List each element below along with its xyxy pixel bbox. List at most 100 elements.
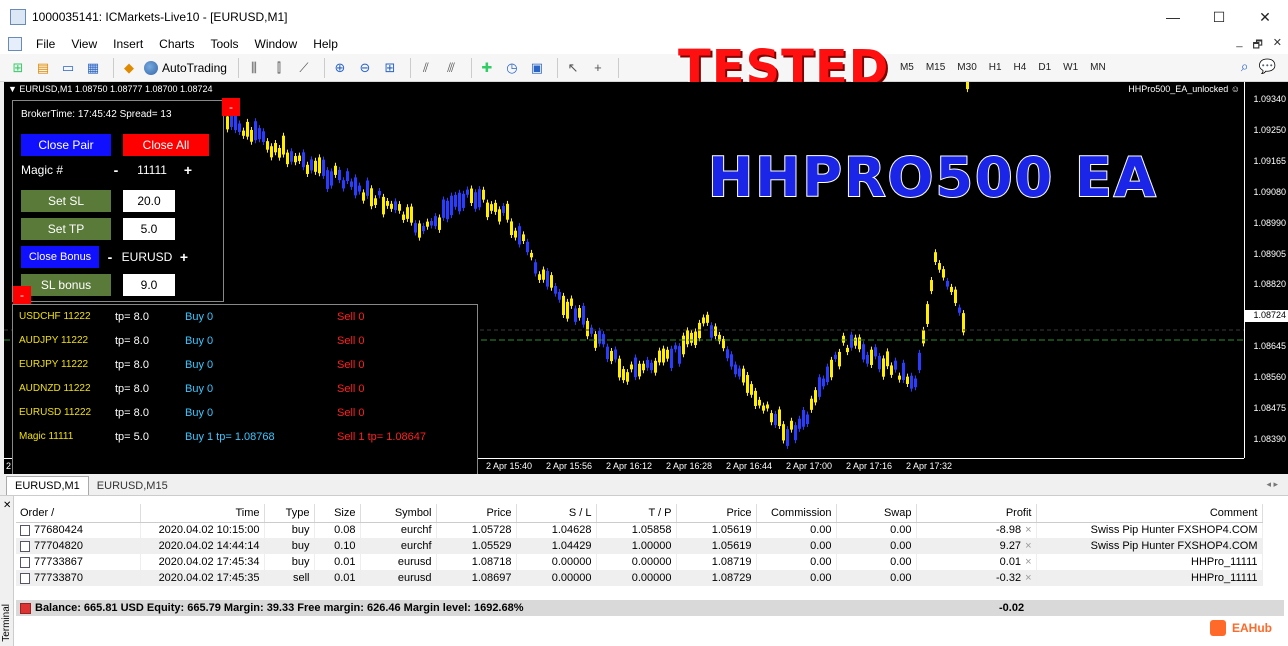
col-sl[interactable]: S / L <box>516 504 597 523</box>
mdi-close-button[interactable]: ✕ <box>1273 36 1282 55</box>
order-current-price: 1.05619 <box>676 522 757 538</box>
timeframe-d1[interactable]: D1 <box>1038 62 1051 73</box>
menu-file[interactable]: File <box>28 37 63 51</box>
table-row[interactable]: 77680424 2020.04.02 10:15:00 buy 0.08 eu… <box>16 522 1263 538</box>
close-button[interactable]: ✕ <box>1242 0 1288 34</box>
crosshair-icon[interactable]: + <box>588 58 608 78</box>
order-profit: -0.32 <box>995 572 1022 584</box>
terminal-close-icon[interactable]: ✕ <box>3 500 11 511</box>
table-row[interactable]: 77704820 2020.04.02 14:44:14 buy 0.10 eu… <box>16 538 1263 554</box>
chart-shift-icon[interactable]: ⫽ <box>416 58 436 78</box>
indicators-icon[interactable]: ✚ <box>477 58 497 78</box>
terminal-side-bar: ✕ Terminal <box>0 496 14 646</box>
menu-view[interactable]: View <box>63 37 105 51</box>
order-swap: 0.00 <box>836 538 917 554</box>
order-tp: 1.00000 <box>596 538 677 554</box>
sl-value-field[interactable]: 20.0 <box>123 190 175 212</box>
sl-bonus-button[interactable]: SL bonus <box>21 274 111 296</box>
timeframe-m30[interactable]: M30 <box>957 62 976 73</box>
close-all-button[interactable]: Close All <box>123 134 209 156</box>
minimize-button[interactable]: — <box>1150 0 1196 34</box>
col-tp[interactable]: T / P <box>596 504 677 523</box>
magic-decrement-button[interactable]: - <box>105 162 127 178</box>
bar-chart-icon[interactable]: ⫼ <box>244 58 264 78</box>
set-sl-button[interactable]: Set SL <box>21 190 111 212</box>
col-price[interactable]: Price <box>436 504 517 523</box>
col-swap[interactable]: Swap <box>836 504 917 523</box>
order-type: sell <box>264 570 315 586</box>
templates-icon[interactable]: ▣ <box>527 58 547 78</box>
menu-insert[interactable]: Insert <box>105 37 151 51</box>
chart-symbol-header: ▼ EURUSD,M1 1.08750 1.08777 1.08700 1.08… <box>8 84 213 94</box>
price-chart[interactable]: ▼ EURUSD,M1 1.08750 1.08777 1.08700 1.08… <box>4 82 1288 474</box>
close-order-icon[interactable]: × <box>1025 572 1031 584</box>
pair-tp: tp= 8.0 <box>115 311 149 323</box>
pair-row: AUDNZD 11222 tp= 8.0 Buy 0 Sell 0 <box>19 383 365 399</box>
timeframe-w1[interactable]: W1 <box>1063 62 1078 73</box>
sl-bonus-value-field[interactable]: 9.0 <box>123 274 175 296</box>
pair-row: USDCHF 11222 tp= 8.0 Buy 0 Sell 0 <box>19 311 365 327</box>
tab-scroll-arrows-icon[interactable]: ◂ ▸ <box>1266 479 1278 490</box>
table-row[interactable]: 77733870 2020.04.02 17:45:35 sell 0.01 e… <box>16 570 1263 586</box>
candlestick-icon[interactable]: ⫿ <box>269 58 289 78</box>
table-row[interactable]: 77733867 2020.04.02 17:45:34 buy 0.01 eu… <box>16 554 1263 570</box>
tab-eurusd-m15[interactable]: EURUSD,M15 <box>89 477 176 495</box>
col-type[interactable]: Type <box>264 504 315 523</box>
col-time[interactable]: Time <box>140 504 265 523</box>
timeframe-h4[interactable]: H4 <box>1014 62 1027 73</box>
timeframe-m5[interactable]: M5 <box>900 62 914 73</box>
col-size[interactable]: Size <box>314 504 361 523</box>
mdi-minimize-button[interactable]: _ <box>1236 36 1242 55</box>
metaeditor-icon[interactable]: ◆ <box>119 58 139 78</box>
col-profit[interactable]: Profit <box>916 504 1037 523</box>
search-icon[interactable]: ⌕ <box>1241 58 1249 75</box>
zoom-out-icon[interactable]: ⊖ <box>355 58 375 78</box>
cursor-icon[interactable]: ↖ <box>563 58 583 78</box>
close-order-icon[interactable]: × <box>1025 540 1031 552</box>
zoom-in-icon[interactable]: ⊕ <box>330 58 350 78</box>
price-tick: 1.08645 <box>1253 341 1286 352</box>
order-time: 2020.04.02 14:44:14 <box>140 538 265 554</box>
timeframe-mn[interactable]: MN <box>1090 62 1106 73</box>
col-commission[interactable]: Commission <box>756 504 837 523</box>
data-window-icon[interactable]: ▦ <box>83 58 103 78</box>
autoscroll-icon[interactable]: ⫻ <box>441 58 461 78</box>
col-symbol[interactable]: Symbol <box>360 504 437 523</box>
maximize-button[interactable]: ☐ <box>1196 0 1242 34</box>
market-watch-icon[interactable]: ▭ <box>58 58 78 78</box>
order-size: 0.10 <box>314 538 361 554</box>
menu-charts[interactable]: Charts <box>151 37 202 51</box>
bonus-decrement-button[interactable]: - <box>99 249 121 265</box>
menu-window[interactable]: Window <box>247 37 306 51</box>
profiles-icon[interactable]: ▤ <box>33 58 53 78</box>
panel-minimize-button[interactable]: - <box>222 98 240 116</box>
price-tick: 1.08475 <box>1253 403 1286 414</box>
bonus-increment-button[interactable]: + <box>173 249 195 265</box>
periods-icon[interactable]: ◷ <box>502 58 522 78</box>
close-bonus-button[interactable]: Close Bonus <box>21 246 99 268</box>
timeframe-h1[interactable]: H1 <box>989 62 1002 73</box>
close-order-icon[interactable]: × <box>1025 556 1031 568</box>
order-size: 0.08 <box>314 522 361 538</box>
tp-value-field[interactable]: 5.0 <box>123 218 175 240</box>
menu-tools[interactable]: Tools <box>203 37 247 51</box>
pairs-minimize-button[interactable]: - <box>13 286 31 304</box>
chart-window-icon[interactable] <box>8 37 22 51</box>
magic-increment-button[interactable]: + <box>177 162 199 178</box>
close-order-icon[interactable]: × <box>1025 524 1031 536</box>
price-tick: 1.09080 <box>1253 186 1286 197</box>
chat-icon[interactable]: 💬 <box>1259 58 1276 75</box>
close-pair-button[interactable]: Close Pair <box>21 134 111 156</box>
set-tp-button[interactable]: Set TP <box>21 218 111 240</box>
line-chart-icon[interactable]: ⟋ <box>294 58 314 78</box>
new-chart-icon[interactable]: ⊞ <box>8 58 28 78</box>
mdi-restore-button[interactable]: 🗗 <box>1252 36 1262 55</box>
col-comment[interactable]: Comment <box>1036 504 1263 523</box>
col-order[interactable]: Order / <box>16 504 141 523</box>
col-current-price[interactable]: Price <box>676 504 757 523</box>
tab-eurusd-m1[interactable]: EURUSD,M1 <box>6 476 89 495</box>
menu-help[interactable]: Help <box>305 37 346 51</box>
timeframe-m15[interactable]: M15 <box>926 62 945 73</box>
tile-windows-icon[interactable]: ⊞ <box>380 58 400 78</box>
autotrading-button[interactable]: AutoTrading <box>144 60 227 75</box>
